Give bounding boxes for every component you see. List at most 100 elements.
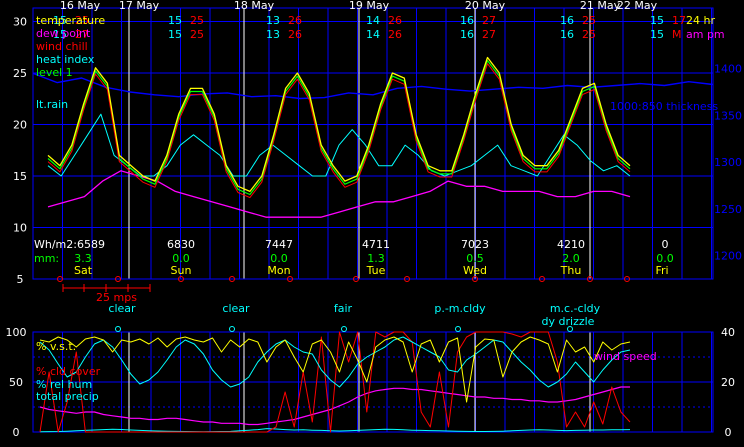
wh-value: 6830 — [167, 238, 195, 251]
mm-value: 1.3 — [367, 252, 385, 265]
date-label: 20 May — [465, 0, 506, 12]
lower-y2-axis-tick: 0 — [725, 426, 732, 439]
sky-marker — [229, 326, 235, 332]
mm-value: 2.0 — [562, 252, 580, 265]
day-name-label: Sat — [74, 264, 93, 277]
sky-marker — [341, 326, 347, 332]
label-ampm: am pm — [686, 28, 725, 41]
max-temp-pm: 26 — [288, 28, 302, 41]
legend-vst: % v.s.t. — [36, 340, 76, 353]
max-temp-pm: 25 — [190, 28, 204, 41]
mm-value: 0.0 — [270, 252, 288, 265]
max-temp-24hr: 27 — [482, 14, 496, 27]
y-axis-tick: 15 — [13, 170, 27, 183]
legend-item: wind chill — [36, 40, 88, 53]
day-name-label: Thu — [560, 264, 582, 277]
lower-y-axis-tick: 50 — [9, 376, 23, 389]
day-name-label: Fri — [655, 264, 668, 277]
thickness-line — [32, 72, 714, 100]
sky-label: p.-m.cldy — [434, 302, 486, 315]
lower-y2-axis-tick: 40 — [721, 326, 735, 339]
date-label: 16 May — [60, 0, 101, 12]
legend-item: temperature — [36, 14, 105, 27]
wh-value: 0 — [662, 238, 669, 251]
min-temp-am: 14 — [366, 28, 380, 41]
y2-axis-tick: 1350 — [714, 109, 742, 122]
day-name-label: Wed — [463, 264, 487, 277]
y-axis-tick: 5 — [17, 273, 24, 286]
wh-value: 7023 — [461, 238, 489, 251]
sky-label: clear — [108, 302, 136, 315]
mm-value: 0.0 — [172, 252, 190, 265]
legend-lt-rain: lt.rain — [36, 98, 68, 111]
sky-label: fair — [334, 302, 353, 315]
chart-labels: 16 May 17 May 18 May 19 May 20 May 21 May22 M… — [6, 0, 743, 439]
lower-y-axis-tick: 100 — [6, 326, 27, 339]
lower-panel-grid — [32, 331, 714, 433]
min-temp-24hr: 16 — [560, 14, 574, 27]
heat-index-line — [47, 113, 631, 177]
y-axis-tick: 20 — [13, 119, 27, 132]
wh-label: Wh/m2:6589 — [34, 238, 105, 251]
lower-y2-axis-tick: 20 — [721, 376, 735, 389]
max-temp-24hr: 26 — [388, 14, 402, 27]
sky-marker — [115, 326, 121, 332]
wh-value: 4711 — [362, 238, 390, 251]
max-temp-24hr: 26 — [288, 14, 302, 27]
min-temp-24hr: 14 — [366, 14, 380, 27]
max-temp-pm: 25 — [582, 28, 596, 41]
legend-item: dew point — [36, 27, 91, 40]
min-temp-am: 13 — [266, 28, 280, 41]
min-temp-24hr: 15 — [168, 14, 182, 27]
label-24hr: 24 hr — [686, 14, 715, 27]
sky-label: dy drizzle — [542, 315, 595, 328]
date-label: 18 May — [234, 0, 275, 12]
max-temp-24hr: 25 — [582, 14, 596, 27]
y2-axis-tick: 1250 — [714, 203, 742, 216]
max-temp-pm: 27 — [482, 28, 496, 41]
min-temp-am: 15 — [168, 28, 182, 41]
legend-item: heat index — [36, 53, 95, 66]
legend-total-precip: total precip — [36, 390, 99, 403]
thickness-label: 1000:850 thickness — [610, 100, 718, 113]
legend-item: level 1 — [36, 66, 73, 79]
y-axis-tick: 30 — [13, 16, 27, 29]
y-axis-tick: 25 — [13, 67, 27, 80]
date-label: 21 May — [580, 0, 621, 12]
min-temp-24hr: 13 — [266, 14, 280, 27]
wind-chill-line — [47, 63, 631, 199]
mm-label: mm: — [34, 252, 59, 265]
min-temp-24hr: 15 — [650, 14, 664, 27]
wh-value: 4210 — [557, 238, 585, 251]
date-label: 22 May — [617, 0, 658, 12]
min-temp-24hr: 16 — [460, 14, 474, 27]
upper-panel-series — [32, 56, 714, 218]
sky-label: m.c.-cldy — [550, 302, 601, 315]
legend-cld-cover: % cld cover — [36, 365, 101, 378]
y2-axis-tick: 1400 — [714, 63, 742, 76]
day-name-label: Mon — [267, 264, 290, 277]
date-label: 19 May — [349, 0, 390, 12]
forecast-meteogram: 16 May 17 May 18 May 19 May 20 May 21 May22 M… — [6, 0, 743, 439]
y2-axis-tick: 1300 — [714, 156, 742, 169]
day-name-label: Sun — [171, 264, 192, 277]
max-temp-pm: 26 — [388, 28, 402, 41]
sky-marker — [455, 326, 461, 332]
max-temp-24hr: 25 — [190, 14, 204, 27]
sky-label: clear — [222, 302, 250, 315]
wh-value: 7447 — [265, 238, 293, 251]
lower-y-axis-tick: 0 — [13, 426, 20, 439]
min-temp-am: 16 — [560, 28, 574, 41]
max-temp-24hr: 17 — [672, 14, 686, 27]
y2-axis-tick: 1200 — [714, 250, 742, 263]
day-name-label: Tue — [366, 264, 386, 277]
min-temp-am: 16 — [460, 28, 474, 41]
min-temp-am: 15 — [650, 28, 664, 41]
mm-value: 0.5 — [466, 252, 484, 265]
max-temp-pm: M — [672, 28, 682, 41]
y-axis-tick: 10 — [13, 222, 27, 235]
mm-value: 0.0 — [656, 252, 674, 265]
legend-wind-speed: wind speed — [594, 350, 657, 363]
dew-point-line — [47, 170, 631, 218]
mm-value: 3.3 — [74, 252, 92, 265]
